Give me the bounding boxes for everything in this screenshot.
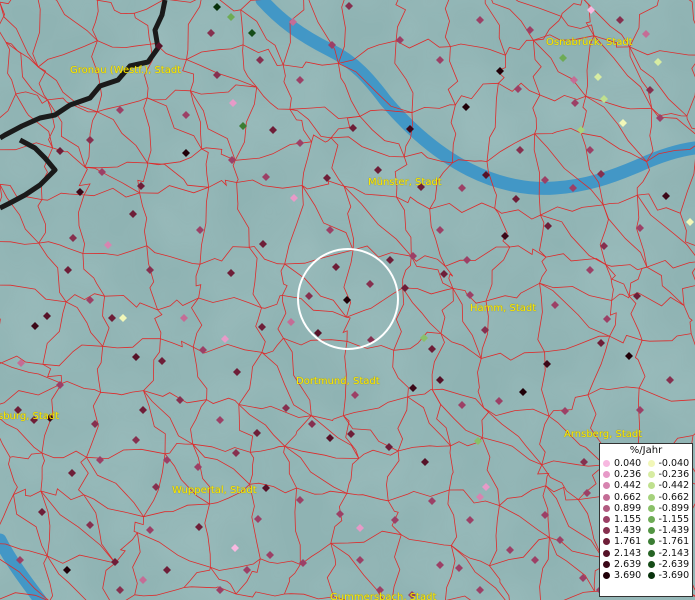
legend-swatch — [603, 504, 610, 512]
legend-row: -0.442 — [647, 480, 693, 492]
legend-swatch — [647, 460, 655, 468]
legend-row: 1.439 — [603, 525, 648, 536]
legend-swatch — [603, 527, 610, 535]
legend-row: 0.899 — [603, 503, 648, 514]
legend-label: 0.236 — [614, 469, 642, 481]
legend-swatch — [647, 538, 655, 546]
legend-row: -2.143 — [647, 547, 693, 559]
legend-swatch — [603, 549, 610, 557]
legend-swatch — [603, 560, 610, 568]
legend-swatch — [603, 516, 610, 524]
legend-row: 0.442 — [603, 480, 648, 491]
legend-title: %/Jahr — [629, 445, 663, 456]
legend-label: 1.439 — [614, 525, 642, 537]
legend-swatch — [647, 493, 655, 501]
legend-row: -2.639 — [647, 558, 693, 570]
city-label-wuppertal: Wuppertal, Stadt — [172, 485, 257, 496]
legend-row: 0.236 — [603, 469, 648, 480]
legend-label: 2.639 — [614, 558, 642, 570]
legend-row: -0.236 — [647, 469, 693, 481]
legend-row: -0.899 — [647, 502, 693, 514]
legend-label: 0.899 — [614, 502, 642, 514]
legend-swatch — [647, 516, 655, 524]
legend: %/Jahr 0.040 0.236 0.442 0.662 0.899 1.155 1.4… — [599, 443, 693, 597]
city-label-gronau: Gronau (Westf.), Stadt — [70, 65, 182, 76]
legend-label: -0.662 — [658, 491, 690, 503]
city-label-duisburg: sburg, Stadt — [0, 411, 60, 422]
city-label-dortmund: Dortmund, Stadt — [296, 376, 380, 387]
legend-label: -1.439 — [658, 525, 690, 537]
legend-label: 0.662 — [614, 491, 642, 503]
legend-row: 3.690 — [603, 570, 648, 581]
legend-swatch — [647, 527, 655, 535]
legend-label: -1.761 — [658, 536, 690, 548]
legend-label: -2.143 — [658, 547, 690, 559]
legend-label: 3.690 — [614, 569, 642, 581]
legend-row: 2.143 — [603, 548, 648, 559]
legend-swatch — [603, 538, 610, 546]
legend-label: 1.761 — [614, 536, 642, 548]
legend-row: 0.662 — [603, 492, 648, 503]
legend-label: -1.155 — [658, 514, 690, 526]
legend-swatch — [603, 482, 610, 490]
legend-swatch — [647, 471, 655, 479]
legend-swatch — [603, 471, 610, 479]
legend-swatch — [603, 493, 610, 501]
legend-swatch — [647, 571, 655, 579]
legend-label: -0.899 — [658, 502, 690, 514]
city-label-osnabrueck: Osnabrück, Stadt — [546, 37, 633, 48]
legend-swatch — [647, 504, 655, 512]
legend-label: -2.639 — [658, 558, 690, 570]
legend-swatch — [647, 560, 655, 568]
map-view[interactable]: Gronau (Westf.), Stadt Osnabrück, Stadt Mü… — [0, 0, 695, 600]
legend-row: -1.155 — [647, 514, 693, 526]
legend-swatch — [647, 549, 655, 557]
legend-label: -0.442 — [658, 480, 690, 492]
legend-label: 1.155 — [614, 514, 642, 526]
legend-row: -0.040 — [647, 458, 693, 470]
legend-swatch — [603, 571, 610, 579]
legend-label: 0.442 — [614, 480, 642, 492]
legend-swatch — [647, 482, 655, 490]
legend-row: 1.761 — [603, 536, 648, 547]
city-label-hamm: Hamm, Stadt — [470, 303, 537, 314]
legend-row: -0.662 — [647, 491, 693, 503]
legend-label: -0.040 — [658, 458, 690, 470]
legend-row: 0.040 — [603, 458, 648, 469]
legend-label: -0.236 — [658, 469, 690, 481]
legend-row: 2.639 — [603, 559, 648, 570]
legend-row: -3.690 — [647, 569, 693, 581]
legend-label: 0.040 — [614, 458, 642, 470]
legend-row: -1.439 — [647, 525, 693, 537]
city-label-muenster: Münster, Stadt — [368, 177, 442, 188]
legend-negative-column: -0.040 -0.236 -0.442 -0.662 -0.899 -1.155 -1.4… — [647, 458, 693, 581]
city-label-arnsberg: Arnsberg, Stadt — [564, 429, 643, 440]
legend-positive-column: 0.040 0.236 0.442 0.662 0.899 1.155 1.439 1.761… — [603, 458, 648, 581]
legend-row: -1.761 — [647, 536, 693, 548]
legend-row: 1.155 — [603, 514, 648, 525]
legend-swatch — [603, 460, 610, 468]
legend-label: 2.143 — [614, 547, 642, 559]
city-label-gummersbach: Gummersbach, Stadt — [330, 592, 437, 600]
legend-label: -3.690 — [658, 569, 690, 581]
map-canvas — [0, 0, 695, 600]
